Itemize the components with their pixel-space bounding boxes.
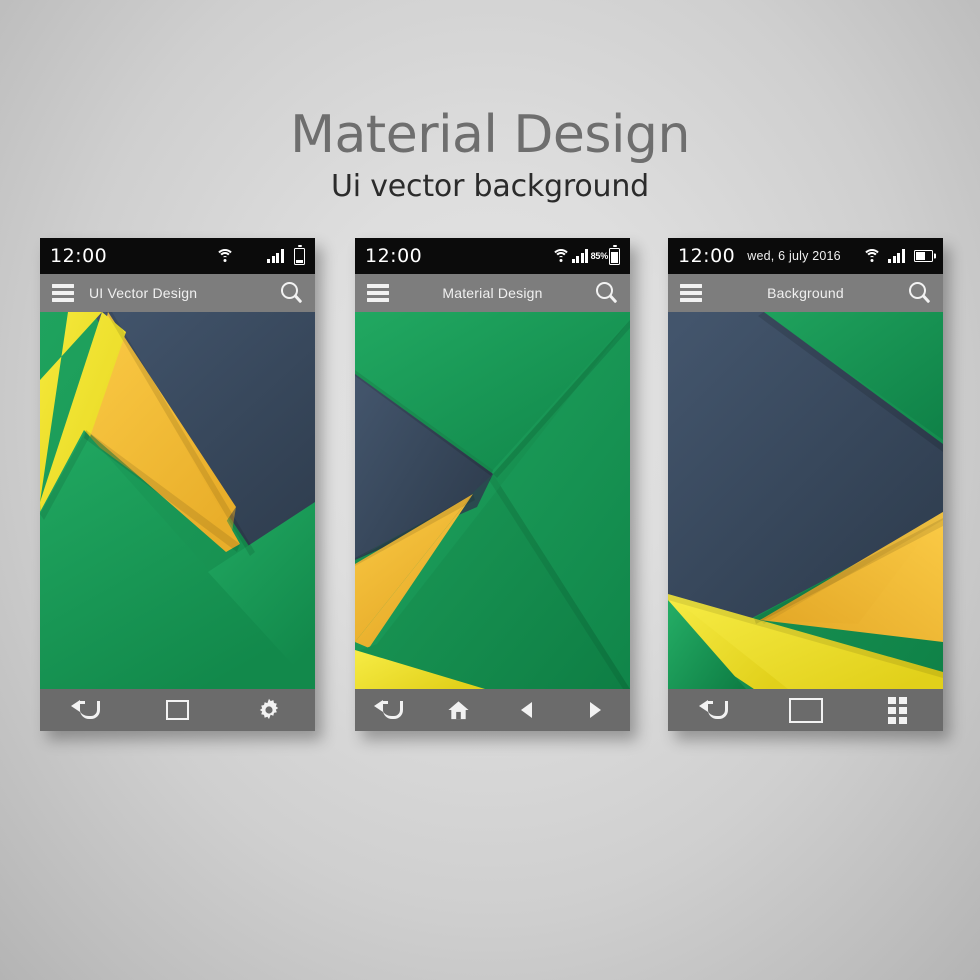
status-icon-group: 85% <box>551 247 620 265</box>
status-time: 12:00 <box>678 245 736 267</box>
app-bar: UI Vector Design <box>40 274 315 312</box>
status-icon-group <box>215 247 305 265</box>
page-subtitle: Ui vector background <box>331 168 649 204</box>
hamburger-icon[interactable] <box>52 284 74 302</box>
signal-icon <box>571 249 590 263</box>
settings-button[interactable] <box>223 689 315 731</box>
page-title: Material Design <box>290 105 690 165</box>
status-bar: 12:00 wed, 6 july 2016 <box>668 238 943 274</box>
navigation-bar <box>40 689 315 731</box>
app-bar-title: Material Design <box>442 285 543 301</box>
triangle-right-icon <box>590 702 602 718</box>
battery-icon <box>914 250 933 262</box>
app-bar-title: Background <box>767 285 844 301</box>
app-bar-title: UI Vector Design <box>89 285 198 301</box>
wifi-icon <box>862 249 881 263</box>
material-canvas-2 <box>355 312 630 689</box>
square-icon <box>788 697 823 723</box>
status-bar: 12:00 85% <box>355 238 630 274</box>
status-bar: 12:00 <box>40 238 315 274</box>
material-artwork-2 <box>355 312 630 689</box>
previous-button[interactable] <box>493 689 562 731</box>
hamburger-icon[interactable] <box>367 284 389 302</box>
back-arrow-icon <box>70 699 101 721</box>
search-icon[interactable] <box>596 282 618 304</box>
next-button[interactable] <box>561 689 630 731</box>
material-artwork-1 <box>40 312 315 689</box>
hamburger-icon[interactable] <box>680 284 702 302</box>
triangle-left-icon <box>521 702 533 718</box>
apps-button[interactable] <box>851 689 943 731</box>
battery-icon <box>609 247 620 265</box>
back-button[interactable] <box>40 689 132 731</box>
status-time: 12:00 <box>365 245 423 267</box>
phone-mockup-3: 12:00 wed, 6 july 2016 Background <box>668 238 943 731</box>
square-icon <box>166 700 189 720</box>
app-bar: Material Design <box>355 274 630 312</box>
material-canvas-3 <box>668 312 943 689</box>
status-date: wed, 6 july 2016 <box>747 249 841 263</box>
signal-icon <box>267 249 285 263</box>
battery-percent-label: 85% <box>590 251 609 261</box>
home-icon <box>447 699 469 721</box>
search-icon[interactable] <box>281 282 303 304</box>
app-bar: Background <box>668 274 943 312</box>
navigation-bar <box>668 689 943 731</box>
home-button[interactable] <box>424 689 493 731</box>
page-title-block: Material Design Ui vector background <box>0 108 980 204</box>
back-arrow-icon <box>698 699 729 721</box>
gear-icon <box>256 697 282 723</box>
recents-button[interactable] <box>760 689 852 731</box>
wifi-icon <box>551 249 571 263</box>
battery-icon <box>294 247 305 265</box>
grid-icon <box>887 696 907 724</box>
status-icon-group <box>862 249 933 263</box>
back-button[interactable] <box>355 689 424 731</box>
wifi-icon <box>215 249 234 263</box>
recents-button[interactable] <box>132 689 224 731</box>
signal-icon <box>888 249 906 263</box>
back-arrow-icon <box>374 699 404 721</box>
back-button[interactable] <box>668 689 760 731</box>
phone-mockup-2: 12:00 85% Material Design <box>355 238 630 731</box>
navigation-bar <box>355 689 630 731</box>
search-icon[interactable] <box>909 282 931 304</box>
material-canvas-1 <box>40 312 315 689</box>
phone-mockup-1: 12:00 UI Vector Design <box>40 238 315 731</box>
status-time: 12:00 <box>50 245 108 267</box>
material-artwork-3 <box>668 312 943 689</box>
